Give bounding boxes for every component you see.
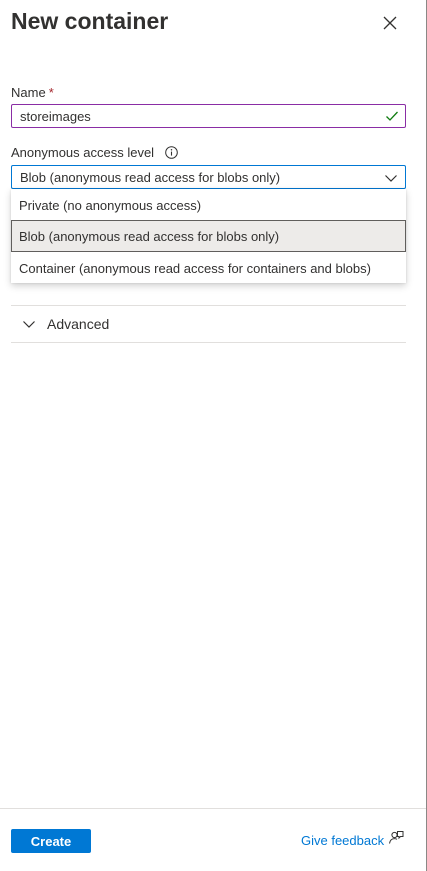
create-button[interactable]: Create (11, 829, 91, 853)
info-icon[interactable] (164, 146, 178, 159)
close-icon (383, 16, 397, 30)
close-button[interactable] (380, 13, 400, 33)
option-container[interactable]: Container (anonymous read access for con… (11, 252, 406, 284)
feedback-icon (389, 831, 404, 844)
give-feedback-label: Give feedback (301, 832, 385, 848)
advanced-label: Advanced (47, 316, 110, 332)
give-feedback-link[interactable]: Give feedback (301, 831, 404, 848)
name-input[interactable]: storeimages (11, 104, 406, 128)
chevron-down-icon (385, 175, 397, 182)
option-label: Private (no anonymous access) (19, 197, 202, 213)
name-label-text: Name (11, 85, 46, 100)
checkmark-icon (386, 111, 398, 121)
name-label: Name * (11, 85, 54, 100)
advanced-section-toggle[interactable]: Advanced (11, 306, 406, 342)
access-level-selected-value: Blob (anonymous read access for blobs on… (20, 169, 281, 185)
option-label: Container (anonymous read access for con… (19, 260, 371, 276)
access-level-label: Anonymous access level (11, 145, 178, 160)
access-level-dropdown: Private (no anonymous access) Blob (anon… (11, 189, 406, 283)
option-private[interactable]: Private (no anonymous access) (11, 189, 406, 221)
chevron-down-icon (23, 321, 35, 328)
footer-divider (0, 808, 426, 809)
name-input-value: storeimages (20, 108, 91, 124)
page-title: New container (11, 8, 169, 34)
divider (11, 342, 406, 343)
new-container-panel: New container Name * storeimages Anonymou… (0, 0, 427, 871)
access-level-select[interactable]: Blob (anonymous read access for blobs on… (11, 165, 406, 189)
required-marker: * (48, 85, 54, 100)
option-blob[interactable]: Blob (anonymous read access for blobs on… (11, 220, 406, 252)
access-level-label-text: Anonymous access level (11, 145, 155, 160)
option-label: Blob (anonymous read access for blobs on… (19, 228, 280, 244)
